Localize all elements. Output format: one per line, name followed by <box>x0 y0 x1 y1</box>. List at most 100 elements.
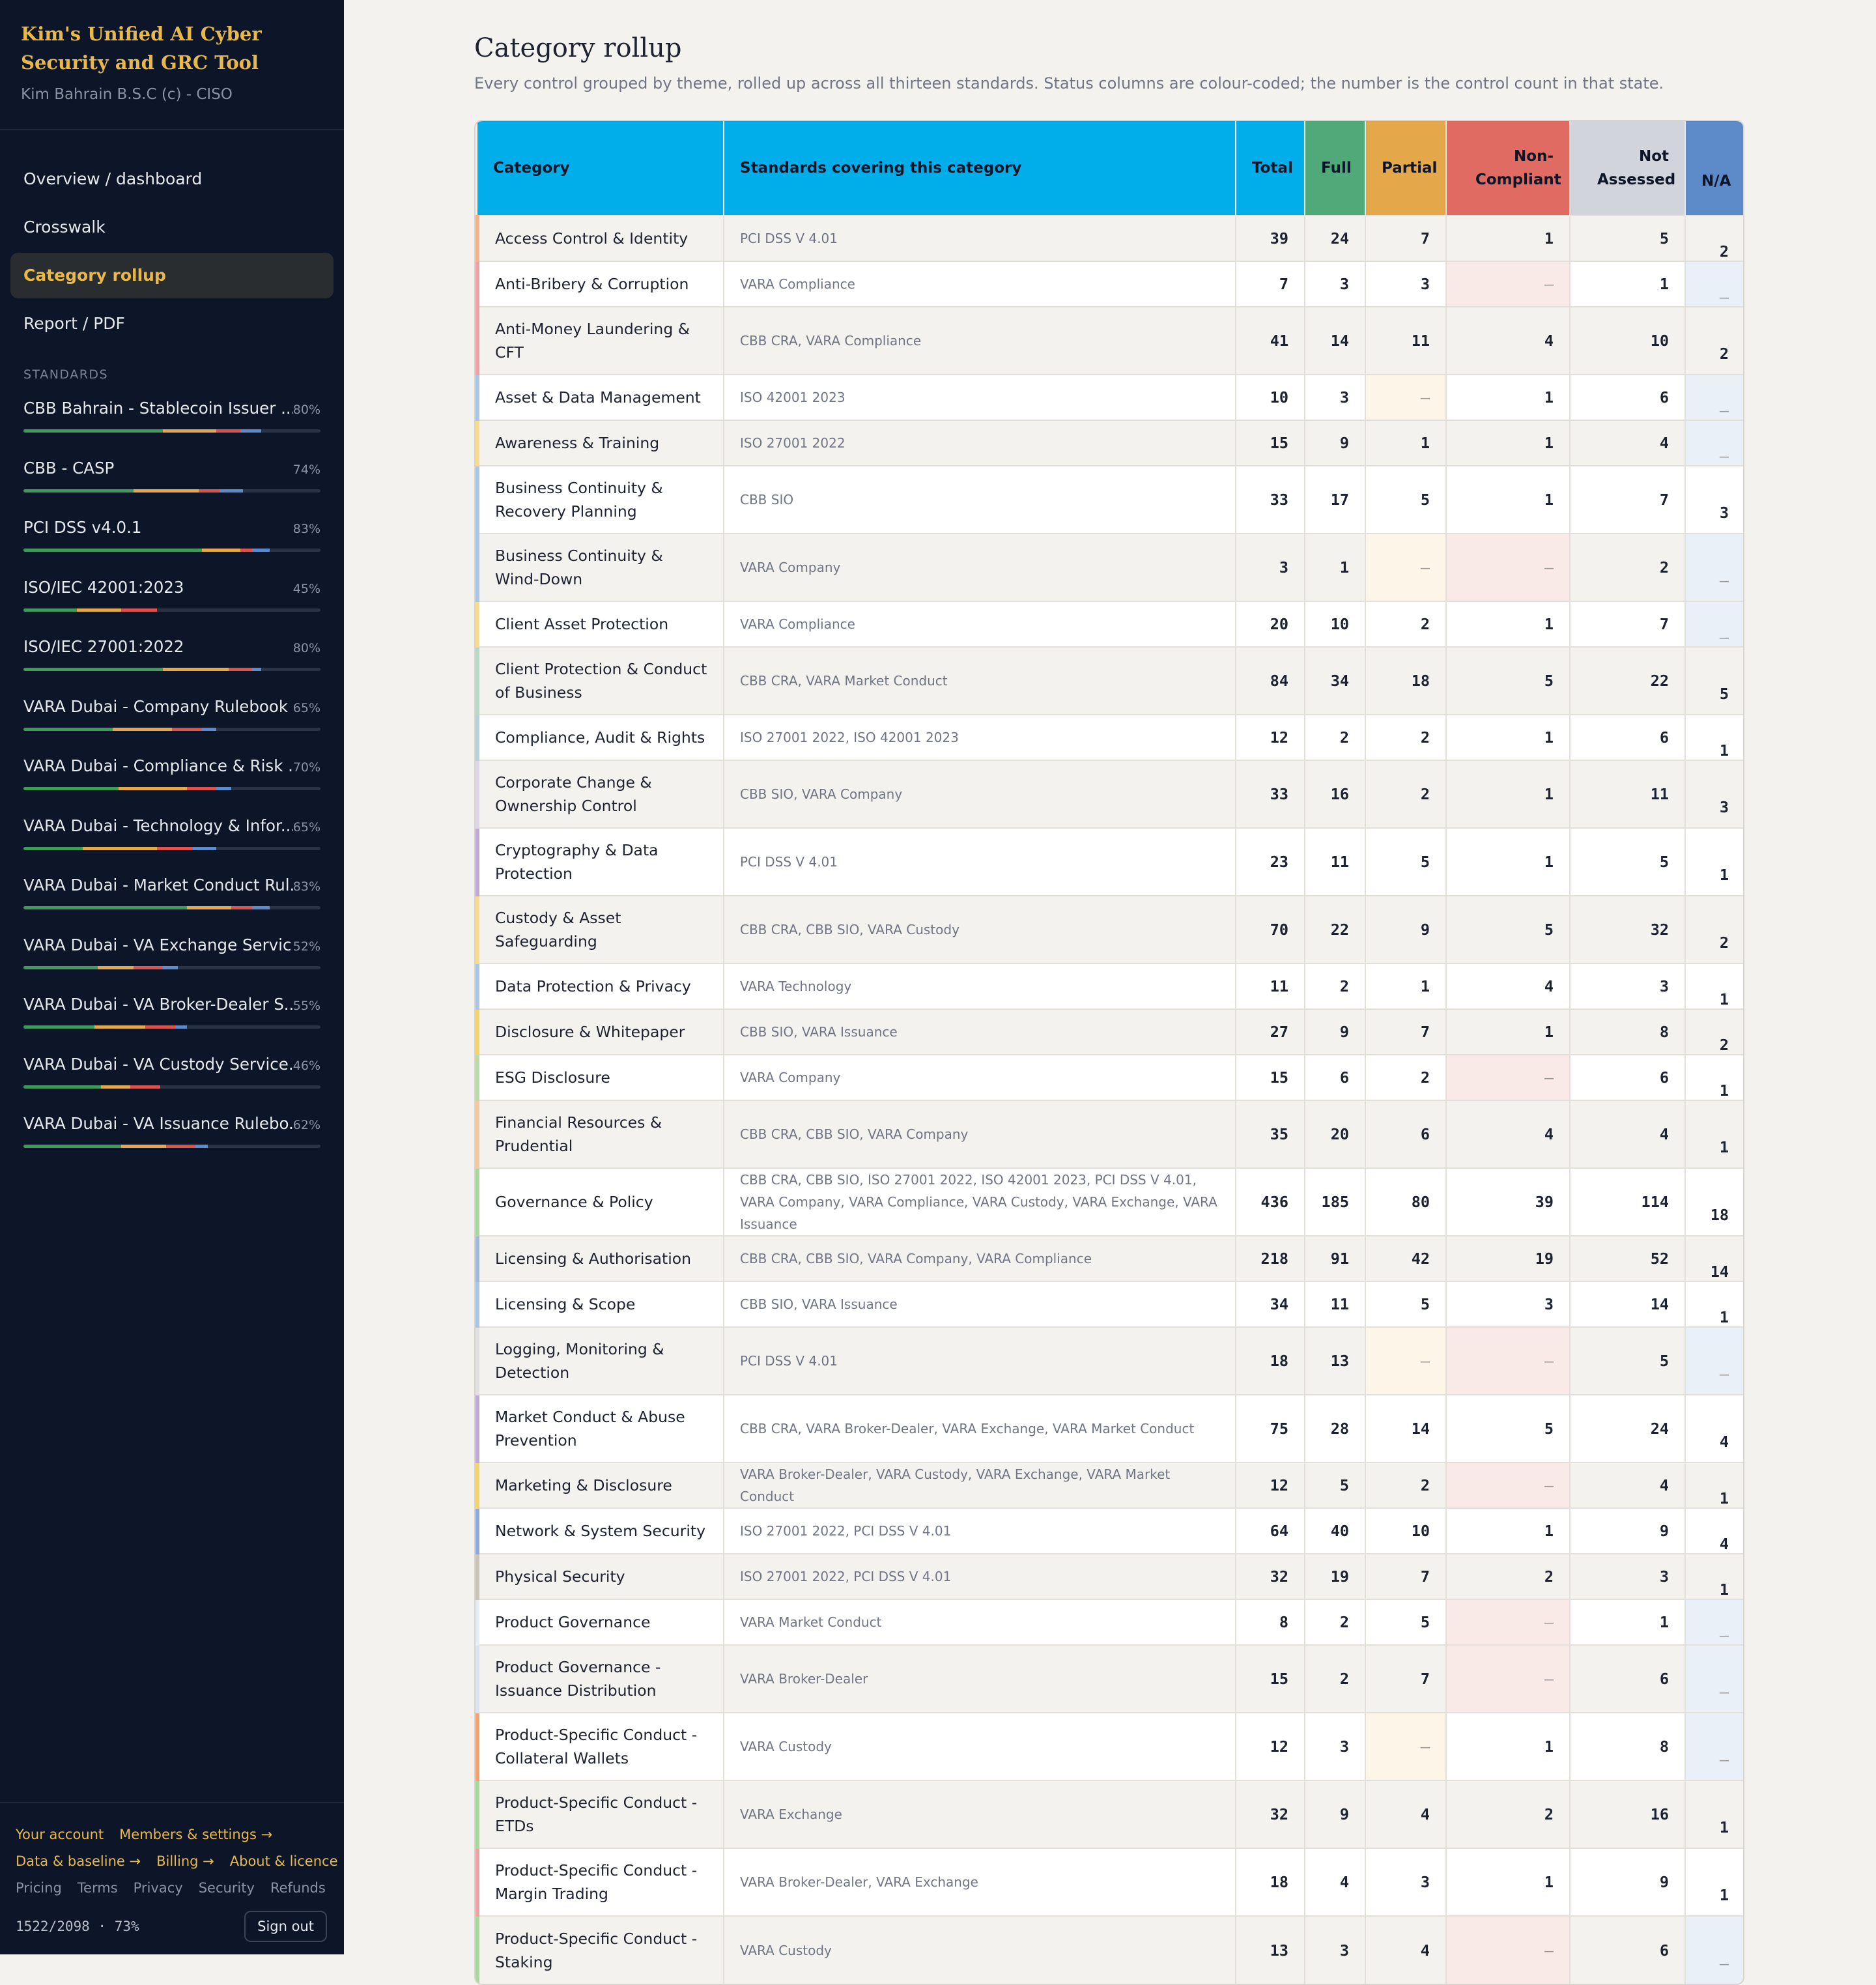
table-row[interactable]: Product Governance - Issuance Distributi… <box>476 1644 1743 1713</box>
footer-link-billing[interactable]: Billing → <box>156 1848 214 1875</box>
table-row[interactable]: Custody & Asset Safeguarding CBB CRA, CBB… <box>476 895 1743 964</box>
category-standards: VARA Company <box>724 533 1236 601</box>
table-row[interactable]: Disclosure & Whitepaper CBB SIO, VARA Iss… <box>476 1008 1743 1055</box>
standard-item[interactable]: VARA Dubai - VA Broker-Dealer S... 55% <box>0 992 344 1052</box>
standard-name: VARA Dubai - Market Conduct Rul... <box>23 876 293 894</box>
progress-segment <box>252 549 270 552</box>
progress-segment <box>23 549 202 552</box>
count-na: – <box>1685 1326 1743 1395</box>
count-not-assessed: 10 <box>1570 306 1686 375</box>
standard-item[interactable]: VARA Dubai - VA Exchange Servic... 52% <box>0 933 344 993</box>
count-not-assessed: 14 <box>1570 1281 1686 1327</box>
standard-item[interactable]: VARA Dubai - Technology & Infor... 65% <box>0 814 344 874</box>
count-full: 185 <box>1305 1167 1366 1236</box>
count-full: 24 <box>1305 215 1366 261</box>
standard-item[interactable]: VARA Dubai - VA Issuance Rulebo... 62% <box>0 1111 344 1171</box>
footer-link-pricing[interactable]: Pricing <box>16 1875 62 1902</box>
nav-item-crosswalk[interactable]: Crosswalk <box>10 205 334 250</box>
col-total[interactable]: Total <box>1236 121 1305 216</box>
standard-item[interactable]: VARA Dubai - Company Rulebook 65% <box>0 694 344 754</box>
count-non-compliant: – <box>1446 1644 1570 1713</box>
table-row[interactable]: Awareness & Training ISO 27001 2022 15 9 1 1 4… <box>476 420 1743 466</box>
category-standards: ISO 27001 2022 <box>724 420 1236 466</box>
table-row[interactable]: Client Protection & Conduct of Business C… <box>476 646 1743 715</box>
nav-item-report-pdf[interactable]: Report / PDF <box>10 301 334 347</box>
count-full: 1 <box>1305 533 1366 601</box>
table-row[interactable]: Compliance, Audit & Rights ISO 27001 2022… <box>476 714 1743 760</box>
table-row[interactable]: Product Governance VARA Market Conduct 8 2 5… <box>476 1599 1743 1645</box>
standard-item[interactable]: VARA Dubai - VA Custody Service... 46% <box>0 1052 344 1112</box>
count-na: 2 <box>1685 1008 1743 1055</box>
nav-item-overview-dashboard[interactable]: Overview / dashboard <box>10 156 334 202</box>
table-row[interactable]: Client Asset Protection VARA Compliance 20… <box>476 601 1743 647</box>
category-name: Client Protection & Conduct of Business <box>476 646 724 715</box>
count-not-assessed: 6 <box>1570 1054 1686 1100</box>
table-row[interactable]: Access Control & Identity PCI DSS V 4.01 3… <box>476 215 1743 261</box>
sidebar-footer: Your account Members & settings → Data & … <box>0 1802 344 1954</box>
table-row[interactable]: Marketing & Disclosure VARA Broker-Dealer… <box>476 1462 1743 1508</box>
table-row[interactable]: Anti-Bribery & Corruption VARA Compliance… <box>476 261 1743 307</box>
table-row[interactable]: Asset & Data Management ISO 42001 2023 10 3… <box>476 374 1743 420</box>
table-row[interactable]: Anti-Money Laundering & CFT CBB CRA, VARA… <box>476 306 1743 375</box>
col-full[interactable]: Full <box>1305 121 1366 216</box>
footer-link-terms[interactable]: Terms <box>78 1875 118 1902</box>
standard-item[interactable]: CBB - CASP 74% <box>0 456 344 516</box>
col-non-compliant[interactable]: Non-Compliant <box>1446 121 1570 216</box>
footer-link-members-settings[interactable]: Members & settings → <box>119 1821 272 1848</box>
count-non-compliant: 3 <box>1446 1281 1570 1327</box>
progress-segment <box>118 787 187 790</box>
table-row[interactable]: Logging, Monitoring & Detection PCI DSS V… <box>476 1326 1743 1395</box>
count-partial: 5 <box>1365 827 1447 896</box>
table-row[interactable]: Corporate Change & Ownership Control CBB … <box>476 760 1743 828</box>
standard-item[interactable]: ISO/IEC 42001:2023 45% <box>0 575 344 635</box>
footer-link-security[interactable]: Security <box>199 1875 255 1902</box>
table-row[interactable]: Product-Specific Conduct - Margin Tradin… <box>476 1848 1743 1916</box>
footer-link-privacy[interactable]: Privacy <box>134 1875 183 1902</box>
col-standards[interactable]: Standards covering this category <box>724 121 1236 216</box>
table-row[interactable]: Business Continuity & Wind-Down VARA Comp… <box>476 533 1743 601</box>
col-na[interactable]: N/A <box>1685 121 1743 216</box>
table-row[interactable]: Cryptography & Data Protection PCI DSS V … <box>476 827 1743 896</box>
standard-name: VARA Dubai - VA Custody Service... <box>23 1054 293 1074</box>
table-row[interactable]: Licensing & Authorisation CBB CRA, CBB SI… <box>476 1235 1743 1281</box>
table-row[interactable]: Product-Specific Conduct - Collateral Wa… <box>476 1712 1743 1780</box>
standard-name: ISO/IEC 27001:2022 <box>23 637 184 656</box>
nav-item-category-rollup[interactable]: Category rollup <box>10 253 334 298</box>
sign-out-button[interactable]: Sign out <box>244 1911 327 1942</box>
col-partial[interactable]: Partial <box>1365 121 1447 216</box>
count-partial: 11 <box>1365 306 1447 375</box>
progress-segment <box>77 608 122 612</box>
category-standards: VARA Exchange <box>724 1780 1236 1848</box>
progress-segment <box>252 668 261 671</box>
table-row[interactable]: Licensing & Scope CBB SIO, VARA Issuance 3… <box>476 1281 1743 1327</box>
category-name: Product Governance <box>476 1599 724 1645</box>
count-na: – <box>1685 374 1743 420</box>
table-row[interactable]: Product-Specific Conduct - ETDs VARA Exch… <box>476 1780 1743 1848</box>
col-not-assessed[interactable]: Not Assessed <box>1570 121 1686 216</box>
standard-item[interactable]: PCI DSS v4.0.1 83% <box>0 515 344 575</box>
standard-percent: 65% <box>292 700 320 715</box>
col-category[interactable]: Category <box>477 121 724 216</box>
footer-link-about-licence[interactable]: About & licence <box>230 1848 338 1875</box>
table-row[interactable]: Data Protection & Privacy VARA Technology… <box>476 963 1743 1009</box>
table-row[interactable]: Network & System Security ISO 27001 2022,… <box>476 1507 1743 1554</box>
footer-link-data-baseline[interactable]: Data & baseline → <box>16 1848 141 1875</box>
standard-item[interactable]: ISO/IEC 27001:2022 80% <box>0 635 344 694</box>
table-row[interactable]: Financial Resources & Prudential CBB CRA,… <box>476 1100 1743 1168</box>
progress-segment <box>145 1025 175 1029</box>
progress-segment <box>192 846 217 850</box>
table-row[interactable]: Business Continuity & Recovery Planning C… <box>476 465 1743 534</box>
standard-item[interactable]: VARA Dubai - Market Conduct Rul... 83% <box>0 873 344 933</box>
table-row[interactable]: Physical Security ISO 27001 2022, PCI DSS… <box>476 1553 1743 1599</box>
table-row[interactable]: Governance & Policy CBB CRA, CBB SIO, ISO… <box>476 1167 1743 1236</box>
table-row[interactable]: Market Conduct & Abuse Prevention CBB CRA… <box>476 1394 1743 1463</box>
progress-segment <box>186 906 232 909</box>
standard-item[interactable]: CBB Bahrain - Stablecoin Issuer ... 80% <box>0 396 344 456</box>
count-total: 7 <box>1236 261 1305 307</box>
footer-link-your-account[interactable]: Your account <box>16 1821 104 1848</box>
progress-segment <box>98 965 134 969</box>
standard-item[interactable]: VARA Dubai - Compliance & Risk ... 70% <box>0 754 344 814</box>
table-row[interactable]: ESG Disclosure VARA Company 15 6 2–6 1 <box>476 1054 1743 1100</box>
table-row[interactable]: Product-Specific Conduct - Staking VARA C… <box>476 1915 1743 1984</box>
footer-link-refunds[interactable]: Refunds <box>270 1875 326 1902</box>
